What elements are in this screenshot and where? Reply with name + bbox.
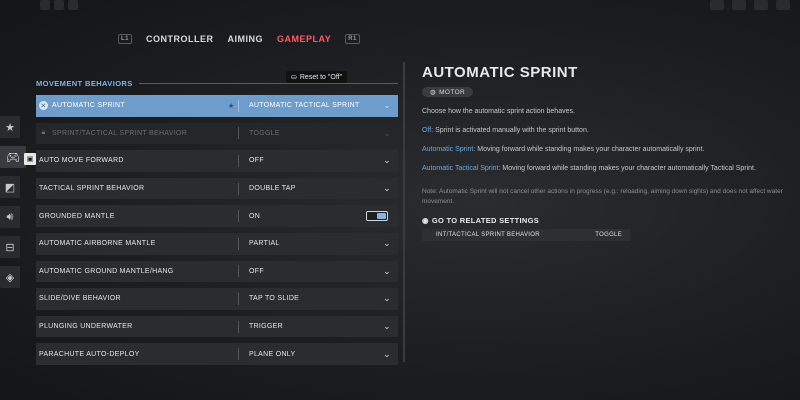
option-text: Sprint is activated manually with the sp… xyxy=(433,127,589,134)
setting-row-tactical-sprint-behavior[interactable]: TACTICAL SPRINT BEHAVIOR DOUBLE TAP ⌄ xyxy=(36,177,398,200)
setting-label: AUTOMATIC SPRINT xyxy=(52,102,125,110)
chevron-down-icon[interactable]: ⌄ xyxy=(376,293,398,304)
setting-row-sprint-behavior: 🔒︎ SPRINT/TACTICAL SPRINT BEHAVIOR TOGGLE… xyxy=(36,122,398,145)
grounded-mantle-toggle[interactable] xyxy=(366,211,388,222)
detail-title: AUTOMATIC SPRINT xyxy=(422,64,578,81)
setting-value: TRIGGER xyxy=(249,323,283,331)
corner-icons xyxy=(710,0,790,10)
l1-key-hint: L1 xyxy=(118,34,133,44)
setting-value: DOUBLE TAP xyxy=(249,185,296,193)
setting-label: GROUNDED MANTLE xyxy=(39,212,115,220)
lock-icon: 🔒︎ xyxy=(41,129,46,137)
chevron-down-icon[interactable]: ⌄ xyxy=(376,183,398,194)
motor-icon: ◍ xyxy=(430,89,437,96)
option-name: Automatic Sprint: xyxy=(422,146,476,153)
chevron-down-icon[interactable]: ⌄ xyxy=(376,155,398,166)
detail-intro: Choose how the automatic sprint action b… xyxy=(422,108,575,115)
setting-label: PARACHUTE AUTO-DEPLOY xyxy=(39,350,140,358)
chevron-down-icon: ⌄ xyxy=(383,127,391,138)
setting-label: AUTOMATIC GROUND MANTLE/HANG xyxy=(39,267,174,275)
related-setting-label: INT/TACTICAL SPRINT BEHAVIOR xyxy=(436,232,540,238)
setting-label: SPRINT/TACTICAL SPRINT BEHAVIOR xyxy=(52,129,188,137)
active-category-marker-icon: ▣ xyxy=(24,153,36,165)
r1-key-hint: R1 xyxy=(345,34,360,44)
section-divider xyxy=(138,82,398,84)
close-circle-icon[interactable]: ✕ xyxy=(39,101,48,111)
reset-icon: ⛀ xyxy=(291,74,297,81)
related-setting-row[interactable]: INT/TACTICAL SPRINT BEHAVIOR TOGGLE xyxy=(422,229,630,241)
setting-row-grounded-mantle[interactable]: GROUNDED MANTLE ON xyxy=(36,205,398,227)
setting-label: PLUNGING UNDERWATER xyxy=(39,323,133,331)
setting-row-auto-move-forward[interactable]: AUTO MOVE FORWARD OFF ⌄ xyxy=(36,150,398,172)
detail-tag-label: MOTOR xyxy=(439,88,466,96)
chevron-down-icon[interactable]: ⌄ xyxy=(376,349,398,360)
detail-note: Note: Automatic Sprint will not cancel o… xyxy=(422,188,783,205)
link-arrow-icon: ◉ xyxy=(422,216,429,225)
setting-value: TAP TO SLIDE xyxy=(249,295,300,303)
setting-label: SLIDE/DIVE BEHAVIOR xyxy=(39,295,121,303)
network-icon[interactable]: ◈ xyxy=(0,266,20,288)
chevron-down-icon[interactable]: ⌄ xyxy=(376,238,398,249)
star-icon[interactable]: ★ xyxy=(0,116,20,138)
setting-value: TOGGLE xyxy=(249,129,280,137)
detail-option-off: Off: Sprint is activated manually with t… xyxy=(422,126,792,136)
tab-aiming[interactable]: AIMING xyxy=(228,34,264,44)
setting-row-plunging-underwater[interactable]: PLUNGING UNDERWATER TRIGGER ⌄ xyxy=(36,315,398,338)
setting-value: OFF xyxy=(249,267,264,275)
setting-value: AUTOMATIC TACTICAL SPRINT xyxy=(249,102,360,110)
chevron-down-icon[interactable]: ⌄ xyxy=(376,266,398,277)
interface-icon[interactable]: ⊟ xyxy=(0,236,20,258)
setting-value: PARTIAL xyxy=(249,240,280,248)
setting-row-automatic-ground-mantle-hang[interactable]: AUTOMATIC GROUND MANTLE/HANG OFF ⌄ xyxy=(36,260,398,283)
reset-tooltip[interactable]: ⛀ Reset to "Off" xyxy=(286,71,348,83)
settings-tabs: L1 CONTROLLER AIMING GAMEPLAY R1 xyxy=(118,34,360,44)
setting-row-automatic-sprint[interactable]: ✕ AUTOMATIC SPRINT ★ AUTOMATIC TACTICAL S… xyxy=(36,95,398,117)
reset-tooltip-label: Reset to "Off" xyxy=(299,73,343,81)
display-icon[interactable]: ◩ xyxy=(0,176,20,198)
setting-value: PLANE ONLY xyxy=(249,350,296,358)
option-name: Off: xyxy=(422,127,434,134)
setting-row-slide-dive-behavior[interactable]: SLIDE/DIVE BEHAVIOR TAP TO SLIDE ⌄ xyxy=(36,288,398,310)
side-rail: ★ 🎮︎ ◩ 🔊︎ ⊟ ◈ xyxy=(0,116,26,288)
setting-label: AUTO MOVE FORWARD xyxy=(39,157,124,165)
top-bar-icons xyxy=(40,0,80,12)
option-text: Moving forward while standing makes your… xyxy=(500,165,756,172)
speaker-icon[interactable]: 🔊︎ xyxy=(0,206,20,228)
tab-controller[interactable]: CONTROLLER xyxy=(146,34,214,44)
setting-label: TACTICAL SPRINT BEHAVIOR xyxy=(39,185,145,193)
controller-icon[interactable]: 🎮︎ xyxy=(0,146,26,168)
setting-label: AUTOMATIC AIRBORNE MANTLE xyxy=(39,240,156,248)
favorite-star-icon[interactable]: ★ xyxy=(228,102,235,110)
section-title: MOVEMENT BEHAVIORS xyxy=(36,78,133,88)
option-text: Moving forward while standing makes your… xyxy=(475,146,705,153)
setting-row-parachute-auto-deploy[interactable]: PARACHUTE AUTO-DEPLOY PLANE ONLY ⌄ xyxy=(36,343,398,365)
detail-option-automatic-tactical-sprint: Automatic Tactical Sprint: Moving forwar… xyxy=(422,164,792,174)
option-name: Automatic Tactical Sprint: xyxy=(422,165,501,172)
setting-row-automatic-airborne-mantle[interactable]: AUTOMATIC AIRBORNE MANTLE PARTIAL ⌄ xyxy=(36,232,398,255)
chevron-down-icon[interactable]: ⌄ xyxy=(376,100,398,111)
toggle-knob xyxy=(377,213,386,220)
detail-option-automatic-sprint: Automatic Sprint: Moving forward while s… xyxy=(422,145,792,155)
panel-divider xyxy=(403,62,405,362)
settings-list: ✕ AUTOMATIC SPRINT ★ AUTOMATIC TACTICAL S… xyxy=(36,95,398,365)
detail-panel: AUTOMATIC SPRINT ◍ MOTOR Choose how the … xyxy=(422,64,792,241)
tab-gameplay[interactable]: GAMEPLAY xyxy=(277,34,331,44)
setting-value: OFF xyxy=(249,157,264,165)
related-settings-header: ◉ GO TO RELATED SETTINGS xyxy=(422,216,792,225)
chevron-down-icon[interactable]: ⌄ xyxy=(376,321,398,332)
related-settings-title: GO TO RELATED SETTINGS xyxy=(431,216,540,225)
detail-tag: ◍ MOTOR xyxy=(422,87,474,97)
related-setting-value: TOGGLE xyxy=(595,232,622,238)
